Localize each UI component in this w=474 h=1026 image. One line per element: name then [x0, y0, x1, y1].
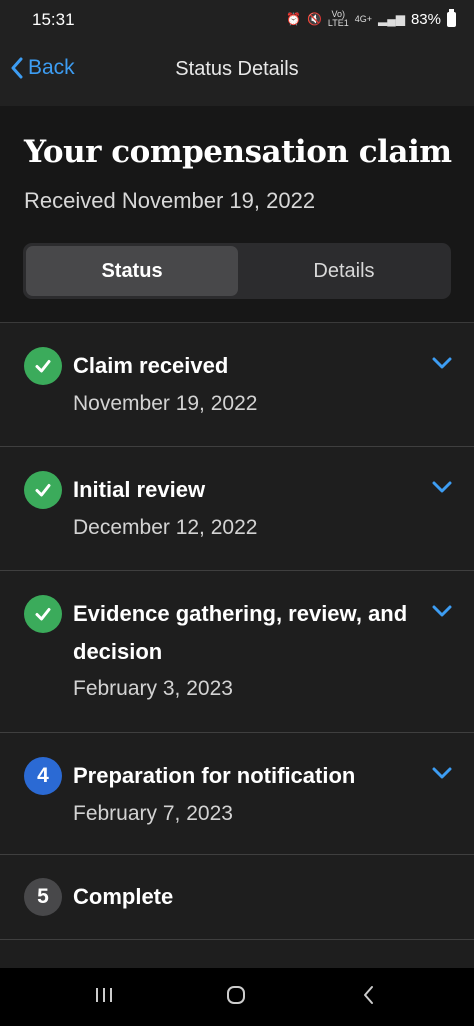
- step-title: Initial review: [73, 477, 206, 502]
- segmented-control: Status Details: [23, 243, 451, 299]
- step-badge: [24, 595, 62, 633]
- chevron-down-icon[interactable]: [432, 480, 452, 494]
- check-icon: [35, 608, 51, 621]
- navigation-bar: Back Status Details: [0, 40, 474, 106]
- step-initial-review[interactable]: Initial review December 12, 2022: [0, 447, 474, 571]
- step-date: November 19, 2022: [73, 392, 258, 415]
- step-claim-received[interactable]: Claim received November 19, 2022: [0, 323, 474, 447]
- battery-icon: [447, 8, 456, 27]
- status-icons: ⏰ 🔇 Vo) LTE1 4G+ ▂▄▆ 83%: [285, 8, 456, 28]
- battery-level: 83%: [410, 10, 441, 28]
- step-badge: [24, 471, 62, 509]
- system-navigation-bar: [0, 968, 474, 1026]
- step-title: Claim received: [73, 353, 229, 378]
- step-preparation-for-notification[interactable]: 4 Preparation for notification February …: [0, 733, 474, 855]
- step-evidence-gathering[interactable]: Evidence gathering, review, and decision…: [0, 571, 474, 733]
- lte-label: LTE1: [327, 18, 349, 28]
- back-nav-icon[interactable]: [358, 984, 380, 1006]
- chevron-down-icon[interactable]: [432, 356, 452, 370]
- step-title: Complete: [73, 884, 174, 909]
- status-bar: 15:31 ⏰ 🔇 Vo) LTE1 4G+ ▂▄▆ 83%: [0, 0, 474, 40]
- step-badge: 5: [24, 878, 62, 916]
- step-date: December 12, 2022: [73, 516, 258, 539]
- clock: 15:31: [32, 10, 75, 29]
- status-steps-list: Claim received November 19, 2022 Initial…: [0, 322, 474, 969]
- step-title: Evidence gathering, review, and decision: [73, 601, 408, 664]
- claim-header: Your compensation claim Received Novembe…: [0, 106, 474, 322]
- tab-status[interactable]: Status: [26, 246, 238, 296]
- step-date: February 7, 2023: [73, 802, 233, 825]
- tab-details[interactable]: Details: [238, 246, 450, 296]
- step-badge: [24, 347, 62, 385]
- chevron-down-icon[interactable]: [432, 604, 452, 618]
- claim-title: Your compensation claim: [24, 134, 452, 170]
- recent-apps-icon[interactable]: [93, 984, 115, 1006]
- mute-icon: 🔇: [306, 12, 322, 26]
- volte-indicator: Vo) LTE1: [328, 10, 349, 28]
- home-icon[interactable]: [225, 984, 247, 1006]
- signal-icon: ▂▄▆: [378, 12, 405, 26]
- step-title: Preparation for notification: [73, 763, 356, 788]
- step-badge: 4: [24, 757, 62, 795]
- received-date: Received November 19, 2022: [24, 188, 316, 213]
- step-date: February 3, 2023: [73, 677, 233, 700]
- chevron-down-icon[interactable]: [432, 766, 452, 780]
- check-icon: [35, 484, 51, 497]
- alarm-icon: ⏰: [285, 12, 301, 26]
- network-type: 4G+: [354, 13, 372, 24]
- check-icon: [35, 360, 51, 373]
- step-complete: 5 Complete: [0, 855, 474, 940]
- page-title: Status Details: [175, 58, 299, 80]
